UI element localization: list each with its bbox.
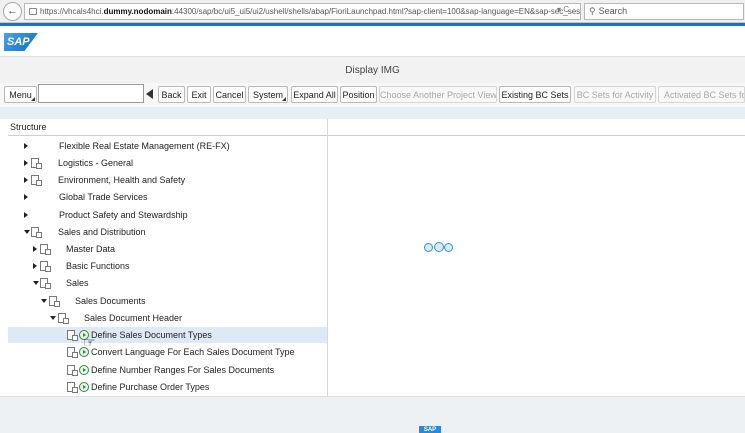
structure-pane: Structure Flexible Real Estate Managemen…: [8, 119, 328, 396]
url-host: dummy.nodomain: [103, 7, 172, 16]
search-icon: ⚲: [589, 6, 596, 16]
reload-controls[interactable]: ▾ C: [557, 5, 569, 14]
tree-node[interactable]: Product Safety and Stewardship: [8, 207, 327, 223]
documentation-icon[interactable]: [67, 347, 78, 358]
collapse-triangle-icon[interactable]: [33, 281, 39, 285]
documentation-icon[interactable]: [49, 296, 60, 307]
exit-button[interactable]: Exit: [187, 86, 211, 103]
collapse-triangle-icon[interactable]: [41, 299, 47, 303]
url-path: :44300/sap/bc/ui5_ui5/ui2/ushell/shells/…: [171, 7, 581, 16]
tree-node[interactable]: Sales Document Header: [8, 310, 327, 326]
busy-indicator-dot: [424, 243, 433, 252]
expand-triangle-icon[interactable]: [33, 263, 37, 269]
tree-node[interactable]: Define Sales Document Types: [8, 327, 327, 343]
busy-indicator-dot: [434, 242, 444, 252]
position-button[interactable]: Position: [340, 86, 377, 103]
tree-node-label: Convert Language For Each Sales Document…: [91, 347, 295, 357]
expand-triangle-icon[interactable]: [24, 177, 28, 183]
tree-node-label: Define Sales Document Types: [91, 330, 212, 340]
tree-node[interactable]: Define Number Ranges For Sales Documents: [8, 362, 327, 378]
cancel-button[interactable]: Cancel: [213, 86, 246, 103]
activated-bc-sets-button[interactable]: Activated BC Sets for: [658, 86, 745, 103]
tree-node-label: Basic Functions: [66, 261, 130, 271]
tree-node[interactable]: Flexible Real Estate Management (RE-FX): [8, 138, 327, 154]
choose-project-view-button[interactable]: Choose Another Project View: [379, 86, 497, 103]
browser-search-placeholder: Search: [598, 6, 628, 16]
bc-sets-activity-button[interactable]: BC Sets for Activity: [574, 86, 656, 103]
tree-node[interactable]: Master Data: [8, 241, 327, 257]
tree-node-label: Global Trade Services: [59, 192, 148, 202]
address-bar[interactable]: https://vhcals4hci.dummy.nodomain:44300/…: [24, 3, 581, 20]
tree-node[interactable]: Define Purchase Order Types: [8, 379, 327, 395]
expand-triangle-icon[interactable]: [24, 143, 28, 149]
expand-triangle-icon[interactable]: [24, 160, 28, 166]
menu-label: Menu: [9, 90, 32, 100]
sap-logo[interactable]: SAP: [4, 33, 38, 51]
documentation-icon[interactable]: [67, 330, 78, 341]
tree-node[interactable]: Global Trade Services: [8, 189, 327, 205]
tree-node-label: Define Number Ranges For Sales Documents: [91, 365, 275, 375]
execute-icon[interactable]: [79, 365, 89, 375]
tree-node-label: Master Data: [66, 244, 116, 254]
content-pane: [328, 119, 745, 396]
content-header: [328, 119, 745, 136]
structure-label: Structure: [10, 122, 47, 132]
dropdown-corner-icon: [282, 97, 286, 101]
expand-triangle-icon[interactable]: [24, 194, 28, 200]
url-prefix: https://vhcals4hci.: [40, 7, 104, 16]
tree-node-label: Product Safety and Stewardship: [59, 210, 188, 220]
tree-node-label: Sales and Distribution: [58, 227, 146, 237]
back-arrow-icon[interactable]: ←: [3, 2, 22, 21]
separator-stripe: [0, 107, 745, 119]
tree-node-label: Environment, Health and Safety: [58, 175, 186, 185]
documentation-icon[interactable]: [40, 244, 51, 255]
back-button[interactable]: Back: [158, 86, 185, 103]
documentation-icon[interactable]: [58, 313, 69, 324]
tree-node-label: Logistics - General: [58, 158, 134, 168]
shell-header: SAP: [0, 26, 745, 56]
lock-icon: [29, 8, 37, 16]
documentation-icon[interactable]: [31, 158, 42, 169]
toolbar: Menu Back Exit Cancel System Expand All …: [0, 83, 745, 108]
system-label: System: [252, 90, 283, 100]
documentation-icon[interactable]: [67, 365, 78, 376]
documentation-icon[interactable]: [67, 382, 78, 393]
tree-node[interactable]: Sales: [8, 275, 327, 291]
structure-header: Structure: [8, 119, 327, 136]
tree-node[interactable]: Basic Functions: [8, 258, 327, 274]
collapse-triangle-icon[interactable]: [24, 230, 30, 234]
documentation-icon[interactable]: [31, 175, 42, 186]
tree-node-label: Sales: [66, 278, 89, 288]
title-bar: Display IMG: [0, 56, 745, 84]
system-button[interactable]: System: [248, 86, 288, 103]
busy-indicator-dot: [444, 243, 453, 252]
tree-node[interactable]: Sales Documents: [8, 293, 327, 309]
browser-search-input[interactable]: ⚲ Search: [584, 3, 744, 20]
hand-cursor-icon: ☞: [83, 334, 96, 350]
enter-arrow-icon[interactable]: [146, 89, 153, 99]
tree-node-label: Sales Document Header: [84, 313, 183, 323]
documentation-icon[interactable]: [40, 261, 51, 272]
tree-node[interactable]: Logistics - General: [8, 155, 327, 171]
tree-node[interactable]: Environment, Health and Safety: [8, 172, 327, 188]
tree-node-label: Flexible Real Estate Management (RE-FX): [59, 141, 230, 151]
documentation-icon[interactable]: [31, 227, 42, 238]
tree-node-label: Define Purchase Order Types: [91, 382, 210, 392]
expand-triangle-icon[interactable]: [24, 212, 28, 218]
footer-band: SAP: [0, 396, 745, 433]
expand-triangle-icon[interactable]: [33, 246, 37, 252]
existing-bc-sets-button[interactable]: Existing BC Sets: [499, 86, 571, 103]
menu-button[interactable]: Menu: [4, 86, 37, 103]
documentation-icon[interactable]: [40, 278, 51, 289]
dropdown-corner-icon: [31, 97, 35, 101]
tree-node[interactable]: Sales and Distribution: [8, 224, 327, 240]
expand-all-button[interactable]: Expand All: [291, 86, 338, 103]
command-field[interactable]: [38, 84, 144, 103]
page-title: Display IMG: [345, 65, 400, 76]
execute-icon[interactable]: [79, 382, 89, 392]
tree-node-label: Sales Documents: [75, 296, 146, 306]
collapse-triangle-icon[interactable]: [50, 316, 56, 320]
browser-bar: ← https://vhcals4hci.dummy.nodomain:4430…: [0, 0, 745, 23]
tree-node[interactable]: Convert Language For Each Sales Document…: [8, 344, 327, 360]
